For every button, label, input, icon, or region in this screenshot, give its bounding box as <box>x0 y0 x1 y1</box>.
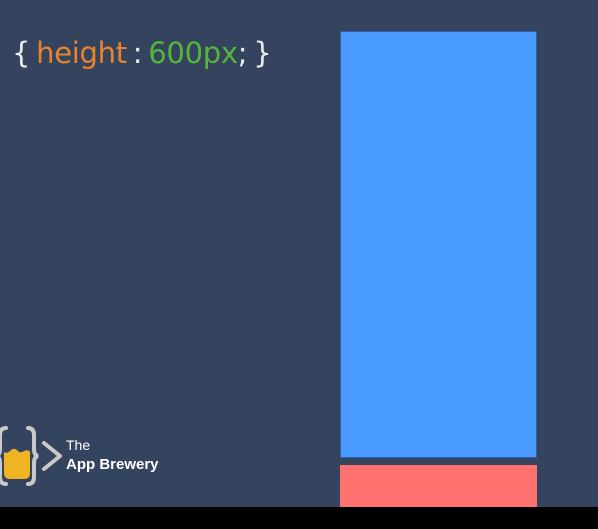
open-brace: { <box>12 36 31 70</box>
css-value-unit: px <box>202 36 238 70</box>
video-frame: {height:600px;} The App Brewery <box>0 0 598 507</box>
semicolon: ; <box>237 36 248 70</box>
css-value-number: 600 <box>148 36 203 70</box>
colon: : <box>132 36 143 70</box>
letterbox-bar <box>0 507 598 529</box>
brewery-mug-icon <box>0 426 62 486</box>
css-property: height <box>36 36 127 70</box>
red-box <box>340 465 537 507</box>
close-brace: } <box>253 36 272 70</box>
logo-the-text: The <box>66 437 91 453</box>
logo-brand-text: App Brewery <box>66 456 159 473</box>
blue-box <box>340 31 537 458</box>
css-code-line: {height:600px;} <box>12 36 272 71</box>
